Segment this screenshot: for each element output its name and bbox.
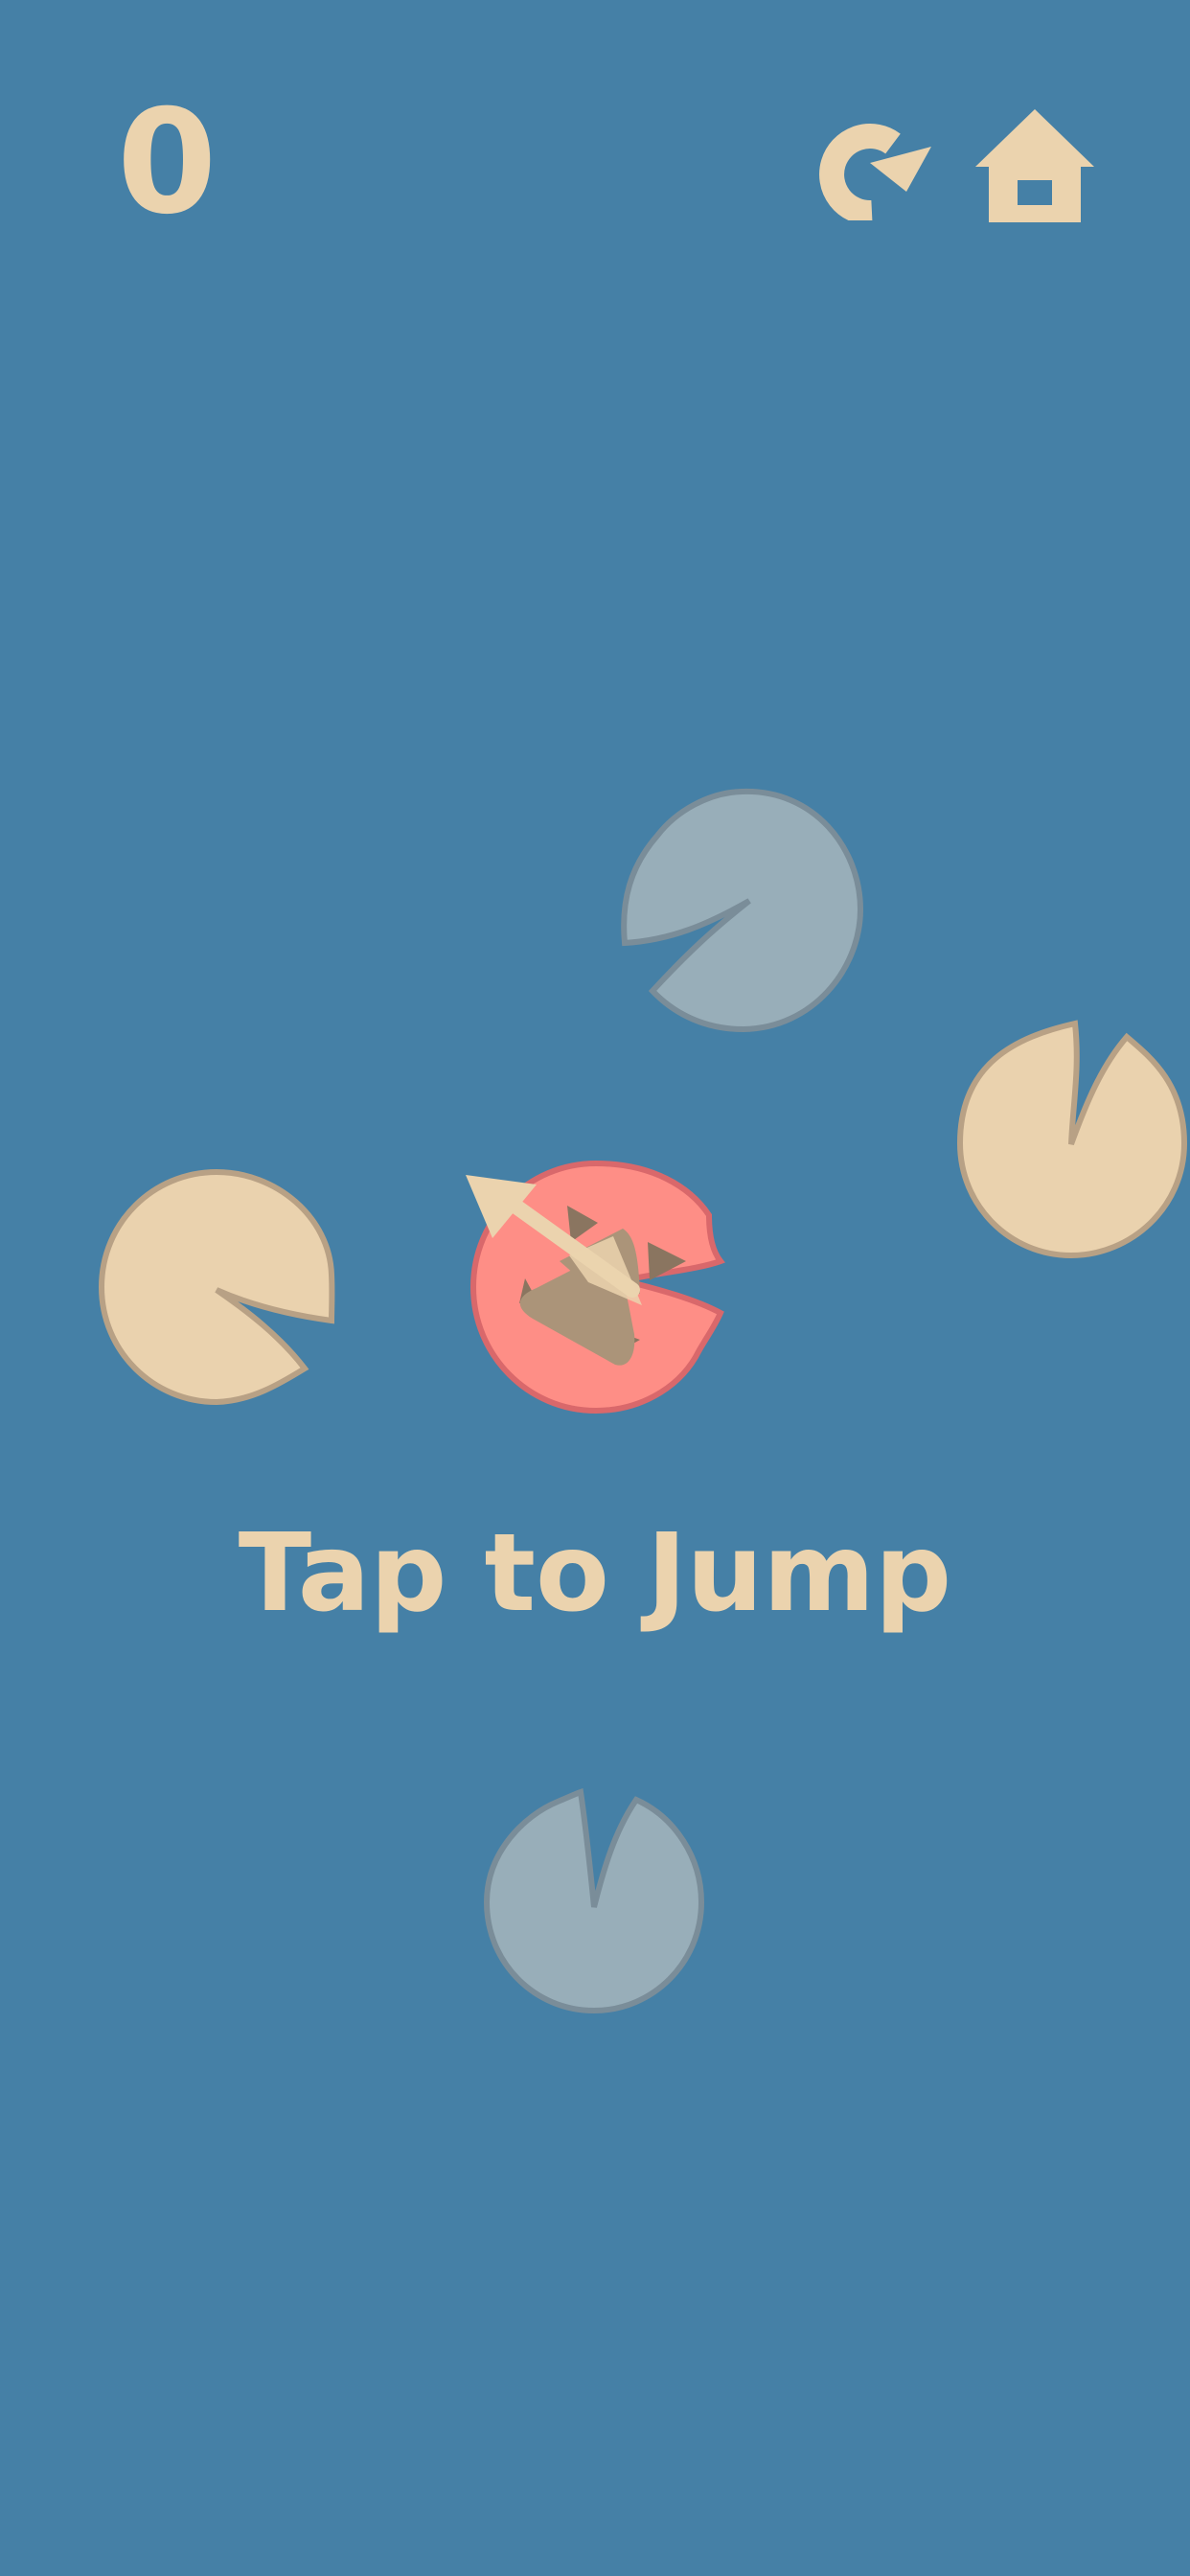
game-stage[interactable]: 0 Tap to Jump — [0, 0, 1190, 2576]
lily-pad-left-cream[interactable] — [98, 1168, 335, 1406]
pond-scene — [98, 788, 1188, 2014]
lily-pad-bottom-grey[interactable] — [483, 1788, 705, 2014]
lily-pad-right-cream[interactable] — [956, 1020, 1188, 1259]
lily-pad-top-grey[interactable] — [621, 788, 864, 1033]
tap-to-jump-prompt: Tap to Jump — [238, 1511, 952, 1636]
